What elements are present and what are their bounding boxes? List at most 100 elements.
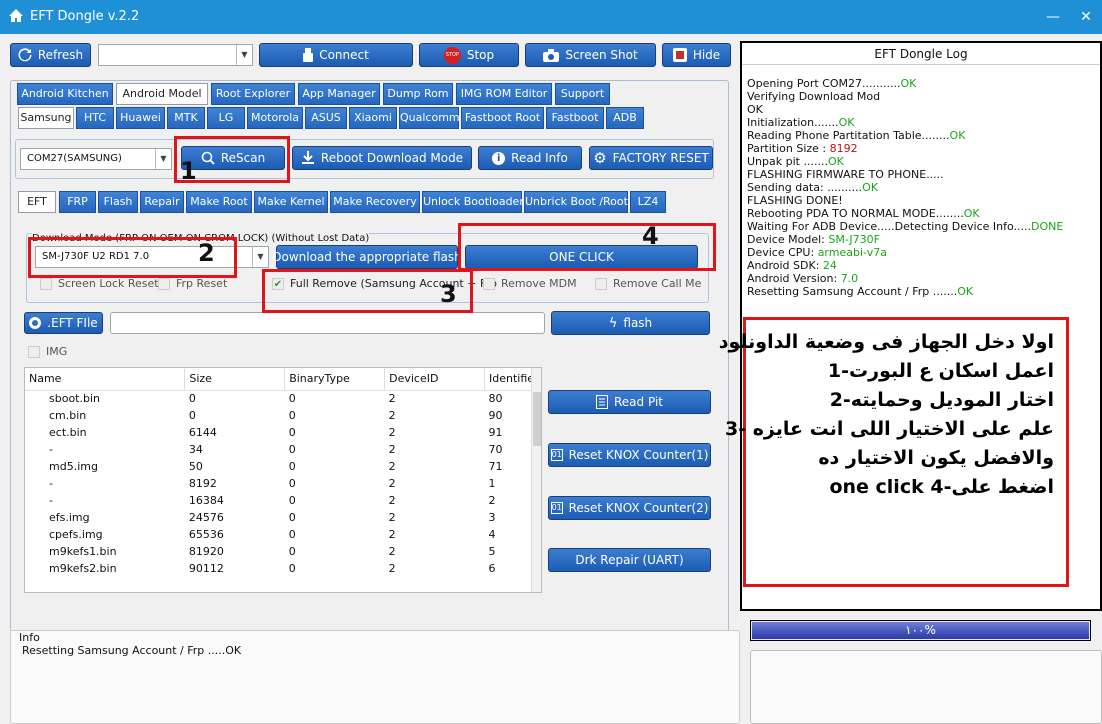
tab-support[interactable]: Support bbox=[555, 83, 610, 105]
table-row[interactable]: m9kefs2.bin 90112 0 2 6 bbox=[25, 560, 541, 577]
screenshot-label: Screen Shot bbox=[565, 48, 638, 62]
annotation-line: اولا دخل الجهاز فى وضعية الداونلود bbox=[718, 331, 1054, 353]
remove-call-me-checkbox[interactable]: Remove Call Me bbox=[595, 277, 701, 290]
file-path-input[interactable] bbox=[110, 312, 545, 334]
tab-motorola[interactable]: Motorola bbox=[247, 107, 303, 129]
tab-qualcomm[interactable]: Qualcomm bbox=[399, 107, 460, 129]
table-cell: 0 bbox=[288, 477, 296, 490]
hide-button[interactable]: Hide bbox=[662, 43, 731, 67]
screenshot-button[interactable]: Screen Shot bbox=[525, 43, 656, 67]
tab-lg[interactable]: LG bbox=[207, 107, 245, 129]
reset-knox-1-label: Reset KNOX Counter(1) bbox=[568, 448, 709, 462]
device-select[interactable]: ▼ bbox=[98, 44, 253, 66]
column-size[interactable]: Size bbox=[184, 368, 286, 391]
tab-fastboot-root[interactable]: Fastboot Root bbox=[461, 107, 544, 129]
window-title: EFT Dongle v.2.2 bbox=[30, 9, 140, 24]
table-row[interactable]: ect.bin 6144 0 2 91 bbox=[25, 424, 541, 441]
disc-icon bbox=[29, 317, 42, 329]
table-cell: 24576 bbox=[188, 511, 224, 524]
table-row[interactable]: cpefs.img 65536 0 2 4 bbox=[25, 526, 541, 543]
table-scrollbar[interactable] bbox=[531, 368, 541, 592]
tab-mtk[interactable]: MTK bbox=[167, 107, 205, 129]
stop-button[interactable]: STOP Stop bbox=[419, 43, 519, 67]
tab-htc[interactable]: HTC bbox=[76, 107, 114, 129]
eft-file-button[interactable]: .EFT FIle bbox=[24, 312, 103, 334]
tab-android-model[interactable]: Android Model bbox=[116, 83, 208, 105]
table-cell: - bbox=[49, 443, 53, 456]
tab-samsung[interactable]: Samsung bbox=[18, 107, 74, 129]
scrollbar-thumb[interactable] bbox=[533, 392, 541, 446]
tab-app-manager[interactable]: App Manager bbox=[298, 83, 380, 105]
log-line: Verifying Download Mod bbox=[747, 90, 1063, 103]
table-row[interactable]: md5.img 50 0 2 71 bbox=[25, 458, 541, 475]
tab-dump-rom[interactable]: Dump Rom bbox=[383, 83, 453, 105]
reset-knox-2-label: Reset KNOX Counter(2) bbox=[568, 501, 709, 515]
log-line: FLASHING DONE! bbox=[747, 194, 1063, 207]
column-name[interactable]: Name bbox=[25, 368, 186, 391]
eft-file-label: .EFT FIle bbox=[47, 316, 98, 330]
log-line: Partition Size : 8192 bbox=[747, 142, 1063, 155]
tab-make-kernel[interactable]: Make Kernel bbox=[254, 191, 328, 213]
table-cell: 2 bbox=[388, 409, 396, 422]
column-deviceid[interactable]: DeviceID bbox=[384, 368, 486, 391]
connect-button[interactable]: Connect bbox=[259, 43, 413, 67]
img-checkbox[interactable]: IMG bbox=[28, 345, 67, 358]
tab-asus[interactable]: ASUS bbox=[305, 107, 347, 129]
tab-flash[interactable]: Flash bbox=[98, 191, 138, 213]
reboot-download-button[interactable]: Reboot Download Mode bbox=[292, 146, 472, 170]
close-button[interactable]: ✕ bbox=[1075, 7, 1097, 27]
tab-unlock-bootloader[interactable]: Unlock Bootloader bbox=[422, 191, 524, 213]
refresh-icon bbox=[18, 48, 32, 62]
table-cell: 2 bbox=[388, 494, 396, 507]
table-cell: - bbox=[49, 477, 53, 490]
remove-mdm-checkbox[interactable]: Remove MDM bbox=[483, 277, 577, 290]
table-cell: 0 bbox=[188, 392, 196, 406]
tab-huawei[interactable]: Huawei bbox=[116, 107, 165, 129]
tab-repair[interactable]: Repair bbox=[140, 191, 184, 213]
marker-3: 3 bbox=[440, 280, 457, 308]
log-status: OK bbox=[838, 116, 855, 129]
table-cell: 34 bbox=[188, 443, 203, 456]
tab-adb[interactable]: ADB bbox=[606, 107, 644, 129]
table-cell: cpefs.img bbox=[49, 528, 103, 541]
minimize-button[interactable]: — bbox=[1042, 7, 1064, 27]
tab-fastboot[interactable]: Fastboot bbox=[546, 107, 604, 129]
table-row[interactable]: sboot.bin 0 0 2 80 bbox=[25, 390, 541, 407]
frp-reset-checkbox[interactable]: Frp Reset bbox=[158, 277, 227, 290]
table-cell: 16384 bbox=[188, 494, 224, 507]
tab-img-rom-editor[interactable]: IMG ROM Editor bbox=[456, 83, 552, 105]
refresh-button[interactable]: Refresh bbox=[10, 43, 91, 67]
tab-make-root[interactable]: Make Root bbox=[186, 191, 252, 213]
table-row[interactable]: -34 0 2 70 bbox=[25, 441, 541, 458]
download-flash-button[interactable]: Download the appropriate flash bbox=[272, 245, 462, 269]
tab-xiaomi[interactable]: Xiaomi bbox=[349, 107, 397, 129]
factory-reset-button[interactable]: ⚙ FACTORY RESET bbox=[589, 146, 713, 170]
table-row[interactable]: efs.img 24576 0 2 3 bbox=[25, 509, 541, 526]
drk-repair-button[interactable]: Drk Repair (UART) bbox=[548, 548, 711, 572]
tab-make-recovery[interactable]: Make Recovery bbox=[330, 191, 420, 213]
table-cell: 0 bbox=[188, 409, 196, 422]
tab-android-kitchen[interactable]: Android Kitchen bbox=[17, 83, 113, 105]
flash-button[interactable]: ϟ flash bbox=[551, 311, 710, 335]
tab-frp[interactable]: FRP bbox=[59, 191, 96, 213]
table-row[interactable]: cm.bin 0 0 2 90 bbox=[25, 407, 541, 424]
tab-eft[interactable]: EFT bbox=[18, 191, 56, 213]
log-line: Opening Port COM27...........OK bbox=[747, 77, 1063, 90]
column-binarytype[interactable]: BinaryType bbox=[284, 368, 386, 391]
log-text: Sending data: .......... bbox=[747, 181, 863, 194]
tab-root-explorer[interactable]: Root Explorer bbox=[211, 83, 295, 105]
screen-lock-reset-checkbox[interactable]: Screen Lock Reset bbox=[40, 277, 159, 290]
reset-knox-2-button[interactable]: 01 Reset KNOX Counter(2) bbox=[548, 496, 711, 520]
port-select[interactable]: COM27(SAMSUNG) ▼ bbox=[20, 148, 172, 170]
table-row[interactable]: m9kefs1.bin 81920 0 2 5 bbox=[25, 543, 541, 560]
tab-unbrick-boot-root[interactable]: Unbrick Boot /Root bbox=[524, 191, 628, 213]
read-pit-button[interactable]: Read Pit bbox=[548, 390, 711, 414]
table-cell: 50 bbox=[188, 460, 203, 473]
table-cell: 2 bbox=[388, 426, 396, 439]
tab-lz4[interactable]: LZ4 bbox=[630, 191, 666, 213]
read-info-button[interactable]: i Read Info bbox=[478, 146, 582, 170]
table-row[interactable]: -16384 0 2 2 bbox=[25, 492, 541, 509]
table-row[interactable]: -8192 0 2 1 bbox=[25, 475, 541, 492]
reset-knox-1-button[interactable]: 01 Reset KNOX Counter(1) bbox=[548, 443, 711, 467]
log-line: Device Model: SM-J730F bbox=[747, 233, 1063, 246]
